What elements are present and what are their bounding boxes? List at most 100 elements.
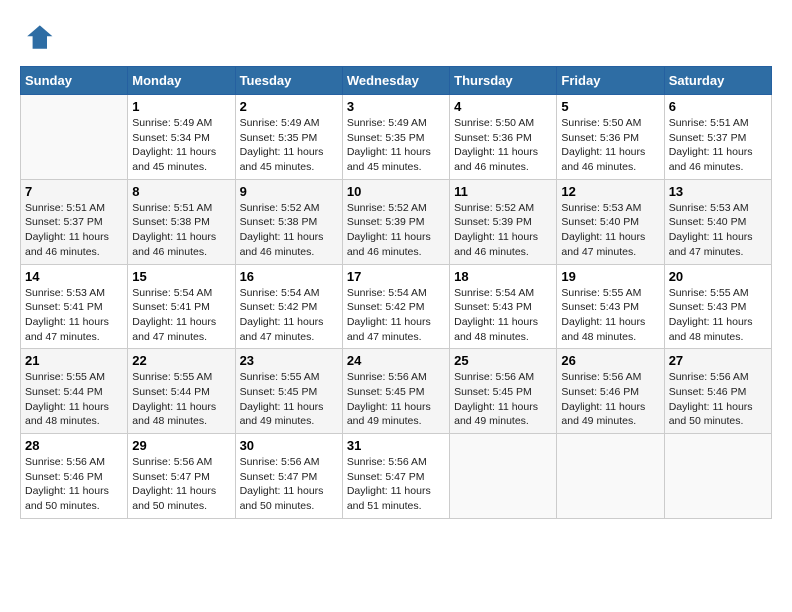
sunset-text: Sunset: 5:45 PM	[347, 385, 445, 400]
sunset-text: Sunset: 5:47 PM	[132, 470, 230, 485]
day-cell: 13 Sunrise: 5:53 AM Sunset: 5:40 PM Dayl…	[664, 179, 771, 264]
sunrise-text: Sunrise: 5:54 AM	[454, 286, 552, 301]
day-number: 13	[669, 184, 767, 199]
day-number: 28	[25, 438, 123, 453]
day-number: 7	[25, 184, 123, 199]
day-number: 6	[669, 99, 767, 114]
day-cell: 12 Sunrise: 5:53 AM Sunset: 5:40 PM Dayl…	[557, 179, 664, 264]
day-number: 4	[454, 99, 552, 114]
sunrise-text: Sunrise: 5:54 AM	[132, 286, 230, 301]
day-number: 27	[669, 353, 767, 368]
day-cell: 9 Sunrise: 5:52 AM Sunset: 5:38 PM Dayli…	[235, 179, 342, 264]
day-number: 12	[561, 184, 659, 199]
col-header-sunday: Sunday	[21, 67, 128, 95]
day-number: 23	[240, 353, 338, 368]
col-header-thursday: Thursday	[450, 67, 557, 95]
sunrise-text: Sunrise: 5:56 AM	[347, 370, 445, 385]
sunset-text: Sunset: 5:47 PM	[240, 470, 338, 485]
day-cell: 20 Sunrise: 5:55 AM Sunset: 5:43 PM Dayl…	[664, 264, 771, 349]
day-info: Sunrise: 5:56 AM Sunset: 5:46 PM Dayligh…	[25, 455, 123, 514]
sunset-text: Sunset: 5:39 PM	[347, 215, 445, 230]
col-header-friday: Friday	[557, 67, 664, 95]
day-number: 22	[132, 353, 230, 368]
day-info: Sunrise: 5:56 AM Sunset: 5:47 PM Dayligh…	[240, 455, 338, 514]
daylight-text: Daylight: 11 hours and 49 minutes.	[240, 400, 338, 429]
sunrise-text: Sunrise: 5:52 AM	[347, 201, 445, 216]
daylight-text: Daylight: 11 hours and 49 minutes.	[347, 400, 445, 429]
sunrise-text: Sunrise: 5:49 AM	[132, 116, 230, 131]
day-cell: 3 Sunrise: 5:49 AM Sunset: 5:35 PM Dayli…	[342, 95, 449, 180]
day-cell: 10 Sunrise: 5:52 AM Sunset: 5:39 PM Dayl…	[342, 179, 449, 264]
sunset-text: Sunset: 5:46 PM	[669, 385, 767, 400]
day-cell: 1 Sunrise: 5:49 AM Sunset: 5:34 PM Dayli…	[128, 95, 235, 180]
day-number: 17	[347, 269, 445, 284]
daylight-text: Daylight: 11 hours and 45 minutes.	[240, 145, 338, 174]
day-cell: 6 Sunrise: 5:51 AM Sunset: 5:37 PM Dayli…	[664, 95, 771, 180]
daylight-text: Daylight: 11 hours and 49 minutes.	[454, 400, 552, 429]
sunset-text: Sunset: 5:46 PM	[25, 470, 123, 485]
day-cell: 29 Sunrise: 5:56 AM Sunset: 5:47 PM Dayl…	[128, 434, 235, 519]
day-cell: 31 Sunrise: 5:56 AM Sunset: 5:47 PM Dayl…	[342, 434, 449, 519]
daylight-text: Daylight: 11 hours and 48 minutes.	[669, 315, 767, 344]
day-info: Sunrise: 5:56 AM Sunset: 5:46 PM Dayligh…	[561, 370, 659, 429]
week-row-2: 7 Sunrise: 5:51 AM Sunset: 5:37 PM Dayli…	[21, 179, 772, 264]
day-info: Sunrise: 5:51 AM Sunset: 5:37 PM Dayligh…	[669, 116, 767, 175]
col-header-tuesday: Tuesday	[235, 67, 342, 95]
daylight-text: Daylight: 11 hours and 49 minutes.	[561, 400, 659, 429]
sunset-text: Sunset: 5:37 PM	[669, 131, 767, 146]
day-info: Sunrise: 5:56 AM Sunset: 5:47 PM Dayligh…	[132, 455, 230, 514]
sunrise-text: Sunrise: 5:56 AM	[454, 370, 552, 385]
sunset-text: Sunset: 5:46 PM	[561, 385, 659, 400]
sunrise-text: Sunrise: 5:55 AM	[669, 286, 767, 301]
day-info: Sunrise: 5:51 AM Sunset: 5:37 PM Dayligh…	[25, 201, 123, 260]
day-number: 11	[454, 184, 552, 199]
day-cell: 19 Sunrise: 5:55 AM Sunset: 5:43 PM Dayl…	[557, 264, 664, 349]
sunrise-text: Sunrise: 5:56 AM	[132, 455, 230, 470]
col-header-monday: Monday	[128, 67, 235, 95]
day-info: Sunrise: 5:49 AM Sunset: 5:35 PM Dayligh…	[347, 116, 445, 175]
sunset-text: Sunset: 5:38 PM	[240, 215, 338, 230]
sunset-text: Sunset: 5:44 PM	[132, 385, 230, 400]
day-number: 20	[669, 269, 767, 284]
daylight-text: Daylight: 11 hours and 46 minutes.	[25, 230, 123, 259]
daylight-text: Daylight: 11 hours and 45 minutes.	[347, 145, 445, 174]
daylight-text: Daylight: 11 hours and 46 minutes.	[347, 230, 445, 259]
daylight-text: Daylight: 11 hours and 50 minutes.	[132, 484, 230, 513]
day-cell: 15 Sunrise: 5:54 AM Sunset: 5:41 PM Dayl…	[128, 264, 235, 349]
day-info: Sunrise: 5:55 AM Sunset: 5:44 PM Dayligh…	[25, 370, 123, 429]
sunrise-text: Sunrise: 5:51 AM	[669, 116, 767, 131]
daylight-text: Daylight: 11 hours and 51 minutes.	[347, 484, 445, 513]
daylight-text: Daylight: 11 hours and 47 minutes.	[561, 230, 659, 259]
sunset-text: Sunset: 5:40 PM	[561, 215, 659, 230]
day-cell: 21 Sunrise: 5:55 AM Sunset: 5:44 PM Dayl…	[21, 349, 128, 434]
sunrise-text: Sunrise: 5:54 AM	[240, 286, 338, 301]
sunrise-text: Sunrise: 5:49 AM	[347, 116, 445, 131]
day-info: Sunrise: 5:50 AM Sunset: 5:36 PM Dayligh…	[454, 116, 552, 175]
day-info: Sunrise: 5:53 AM Sunset: 5:41 PM Dayligh…	[25, 286, 123, 345]
day-cell: 24 Sunrise: 5:56 AM Sunset: 5:45 PM Dayl…	[342, 349, 449, 434]
daylight-text: Daylight: 11 hours and 48 minutes.	[454, 315, 552, 344]
day-info: Sunrise: 5:52 AM Sunset: 5:39 PM Dayligh…	[454, 201, 552, 260]
sunrise-text: Sunrise: 5:55 AM	[240, 370, 338, 385]
week-row-1: 1 Sunrise: 5:49 AM Sunset: 5:34 PM Dayli…	[21, 95, 772, 180]
day-cell: 22 Sunrise: 5:55 AM Sunset: 5:44 PM Dayl…	[128, 349, 235, 434]
sunset-text: Sunset: 5:43 PM	[669, 300, 767, 315]
day-number: 9	[240, 184, 338, 199]
day-number: 2	[240, 99, 338, 114]
logo	[20, 20, 60, 56]
day-cell: 7 Sunrise: 5:51 AM Sunset: 5:37 PM Dayli…	[21, 179, 128, 264]
daylight-text: Daylight: 11 hours and 47 minutes.	[132, 315, 230, 344]
sunset-text: Sunset: 5:44 PM	[25, 385, 123, 400]
sunrise-text: Sunrise: 5:56 AM	[561, 370, 659, 385]
daylight-text: Daylight: 11 hours and 46 minutes.	[240, 230, 338, 259]
day-info: Sunrise: 5:56 AM Sunset: 5:45 PM Dayligh…	[454, 370, 552, 429]
week-row-5: 28 Sunrise: 5:56 AM Sunset: 5:46 PM Dayl…	[21, 434, 772, 519]
day-cell: 23 Sunrise: 5:55 AM Sunset: 5:45 PM Dayl…	[235, 349, 342, 434]
day-number: 25	[454, 353, 552, 368]
day-info: Sunrise: 5:52 AM Sunset: 5:38 PM Dayligh…	[240, 201, 338, 260]
sunset-text: Sunset: 5:36 PM	[561, 131, 659, 146]
day-number: 10	[347, 184, 445, 199]
sunrise-text: Sunrise: 5:55 AM	[25, 370, 123, 385]
day-info: Sunrise: 5:54 AM Sunset: 5:41 PM Dayligh…	[132, 286, 230, 345]
sunset-text: Sunset: 5:35 PM	[347, 131, 445, 146]
